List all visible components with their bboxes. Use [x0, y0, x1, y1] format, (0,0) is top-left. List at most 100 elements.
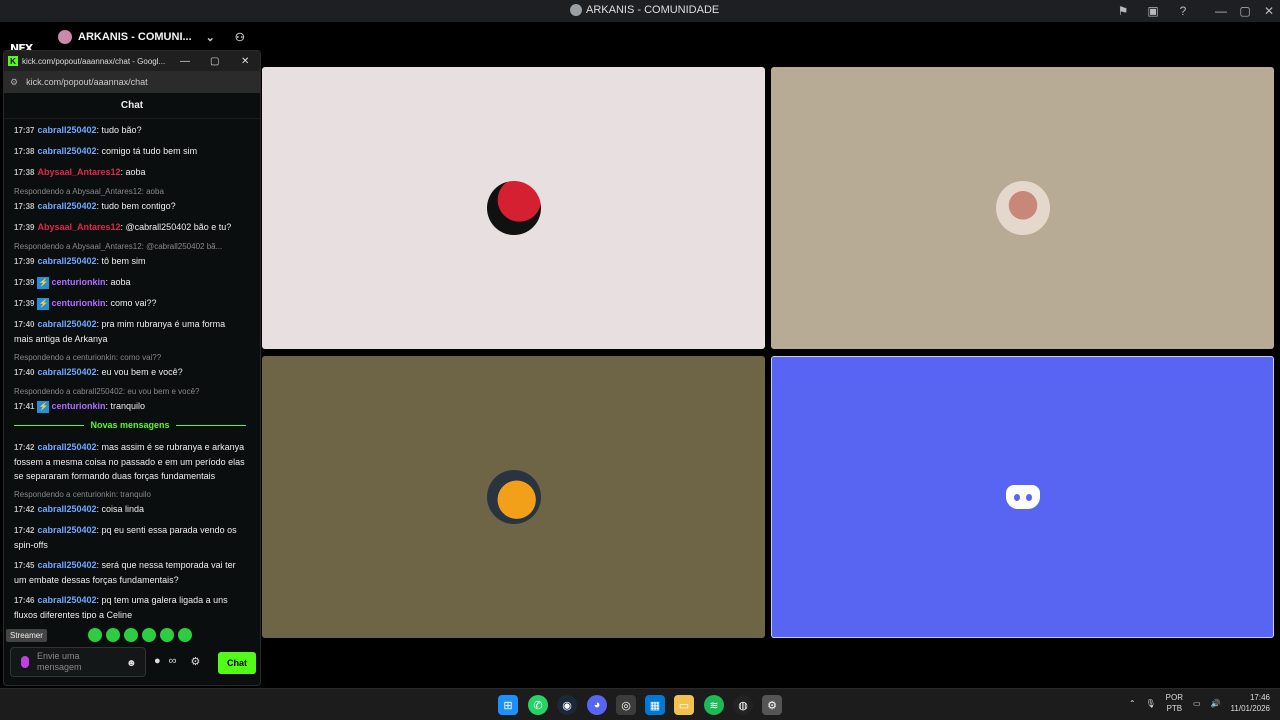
message-username[interactable]: cabrall250402 — [37, 595, 96, 605]
chat-message[interactable]: 17:41 ⚡ centurionkin: tranquilo — [14, 399, 246, 414]
chat-message-list[interactable]: 17:37 cabrall250402: tudo bão? 17:38 cabral… — [4, 119, 256, 619]
clock[interactable]: 17:46 11/01/2026 — [1231, 692, 1270, 714]
maximize-icon[interactable]: ▢ — [210, 56, 219, 67]
help-icon[interactable]: ? — [1175, 3, 1191, 19]
windows-start-icon[interactable]: ⊞ — [498, 695, 518, 715]
participant-tile[interactable] — [262, 356, 765, 638]
chat-message[interactable]: 17:46 cabrall250402: pq tem uma galera li… — [14, 593, 246, 619]
message-username[interactable]: Abysaal_Antares12 — [37, 222, 120, 232]
emote-icon[interactable] — [160, 628, 174, 642]
chat-message[interactable]: 17:38 Abysaal_Antares12: aoba — [14, 165, 246, 180]
participant-tile[interactable] — [771, 356, 1274, 638]
chat-message[interactable]: 17:39 ⚡ centurionkin: como vai?? — [14, 296, 246, 311]
server-name: ARKANIS - COMUNI... — [78, 31, 192, 43]
discord-taskbar-icon[interactable]: ◕ — [587, 695, 607, 715]
scrollbar[interactable] — [260, 141, 261, 611]
message-username[interactable]: centurionkin — [51, 298, 105, 308]
emote-icon[interactable] — [106, 628, 120, 642]
message-username[interactable]: centurionkin — [51, 401, 105, 411]
message-username[interactable]: centurionkin — [51, 277, 105, 287]
chat-message[interactable]: 17:39 ⚡ centurionkin: aoba — [14, 275, 246, 290]
message-time: 17:46 — [14, 596, 35, 605]
chat-message[interactable]: 17:38 cabrall250402: tudo bem contigo? — [14, 199, 246, 214]
message-username[interactable]: cabrall250402 — [37, 442, 96, 452]
chat-message[interactable]: 17:39 cabrall250402: tô bem sim — [14, 254, 246, 269]
message-username[interactable]: cabrall250402 — [37, 125, 96, 135]
message-time: 17:39 — [14, 223, 35, 232]
emote-icon[interactable] — [142, 628, 156, 642]
message-username[interactable]: cabrall250402 — [37, 367, 96, 377]
whatsapp-icon[interactable]: ✆ — [528, 695, 548, 715]
invite-icon[interactable]: ⚇ — [235, 31, 245, 44]
reply-context[interactable]: Respondendo a Abysaal_Antares12: @cabral… — [14, 241, 246, 253]
message-text: : aoba — [105, 277, 131, 287]
mic-tray-icon[interactable]: 🎙 — [1146, 699, 1156, 708]
inbox-icon[interactable]: ⚑ — [1115, 3, 1131, 19]
emote-icon[interactable] — [124, 628, 138, 642]
volume-icon[interactable]: 🔊 — [1211, 699, 1221, 708]
infinity-icon[interactable]: ∞ — [169, 655, 177, 668]
chat-message[interactable]: 17:45 cabrall250402: será que nessa tempo… — [14, 558, 246, 587]
reply-context[interactable]: Respondendo a cabrall250402: eu vou bem … — [14, 386, 246, 398]
emote-icon[interactable] — [88, 628, 102, 642]
reply-context[interactable]: Respondendo a Abysaal_Antares12: aoba — [14, 186, 246, 198]
chat-message[interactable]: 17:40 cabrall250402: eu vou bem e você? — [14, 365, 246, 380]
message-username[interactable]: cabrall250402 — [37, 146, 96, 156]
minimize-button[interactable]: — — [1213, 3, 1229, 19]
spotify-icon[interactable]: ≋ — [704, 695, 724, 715]
chat-message[interactable]: 17:42 cabrall250402: mas assim é se rubra… — [14, 440, 246, 483]
reply-context[interactable]: Respondendo a centurionkin: como vai?? — [14, 352, 246, 364]
settings-icon[interactable]: ⚙ — [762, 695, 782, 715]
title-bar: ARKANIS - COMUNIDADE ⚑ ▣ ? — ▢ ✕ — [0, 0, 1280, 22]
message-username[interactable]: cabrall250402 — [37, 504, 96, 514]
subscriber-badge-icon: ⚡ — [37, 276, 50, 289]
site-info-icon[interactable]: ⚙ — [10, 77, 18, 88]
participant-tile[interactable] — [771, 67, 1274, 349]
message-username[interactable]: Abysaal_Antares12 — [37, 167, 120, 177]
photos-icon[interactable]: ▦ — [645, 695, 665, 715]
popup-title: kick.com/popout/aaannax/chat - Googl... — [22, 56, 166, 66]
steam-icon[interactable]: ◉ — [557, 695, 577, 715]
chat-message[interactable]: 17:39 Abysaal_Antares12: @cabrall250402 b… — [14, 220, 246, 235]
message-time: 17:40 — [14, 320, 35, 329]
chat-message[interactable]: 17:42 cabrall250402: pq eu senti essa par… — [14, 523, 246, 552]
obs-icon[interactable]: ◍ — [733, 695, 753, 715]
gear-icon[interactable]: ⚙ — [191, 655, 201, 668]
chevron-up-icon[interactable]: ⌃ — [1129, 699, 1136, 708]
participant-tile[interactable] — [262, 67, 765, 349]
message-text: : tudo bão? — [96, 125, 142, 135]
new-messages-label: Novas mensagens — [90, 420, 170, 430]
address-bar[interactable]: ⚙ kick.com/popout/aaannax/chat — [4, 71, 260, 93]
message-username[interactable]: cabrall250402 — [37, 319, 96, 329]
server-header[interactable]: ARKANIS - COMUNI... ⌄ ⚇ — [48, 22, 260, 52]
chat-message[interactable]: 17:42 cabrall250402: coisa linda — [14, 502, 246, 517]
subscriber-badge-icon: ⚡ — [37, 400, 50, 413]
url-text: kick.com/popout/aaannax/chat — [26, 77, 148, 87]
message-username[interactable]: cabrall250402 — [37, 525, 96, 535]
screen-icon[interactable]: ▣ — [1145, 3, 1161, 19]
message-text: : tudo bem contigo? — [96, 201, 176, 211]
chat-send-button[interactable]: Chat — [218, 652, 256, 674]
reply-context[interactable]: Respondendo a centurionkin: tranquilo — [14, 489, 246, 501]
chat-message[interactable]: 17:40 cabrall250402: pra mim rubranya é u… — [14, 317, 246, 346]
chat-message[interactable]: 17:37 cabrall250402: tudo bão? — [14, 123, 246, 138]
chevron-down-icon[interactable]: ⌄ — [206, 31, 215, 44]
chat-message[interactable]: 17:38 cabrall250402: comigo tá tudo bem s… — [14, 144, 246, 159]
chat-header: Chat — [4, 93, 260, 119]
emoji-icon[interactable]: ☻ — [126, 658, 137, 669]
emote-icon[interactable] — [178, 628, 192, 642]
message-username[interactable]: cabrall250402 — [37, 256, 96, 266]
language-indicator[interactable]: POR PTB — [1166, 692, 1183, 714]
points-icon[interactable]: ● — [154, 655, 161, 668]
message-text: : @cabrall250402 bão e tu? — [120, 222, 232, 232]
network-icon[interactable]: ▭ — [1193, 699, 1201, 708]
chrome-icon[interactable]: ◎ — [616, 695, 636, 715]
message-username[interactable]: cabrall250402 — [37, 201, 96, 211]
close-icon[interactable]: ✕ — [241, 56, 249, 67]
mic-icon[interactable] — [21, 656, 29, 668]
minimize-icon[interactable]: — — [180, 56, 190, 67]
folder-icon[interactable]: ▭ — [674, 695, 694, 715]
maximize-button[interactable]: ▢ — [1237, 3, 1253, 19]
close-button[interactable]: ✕ — [1261, 3, 1277, 19]
message-username[interactable]: cabrall250402 — [37, 560, 96, 570]
